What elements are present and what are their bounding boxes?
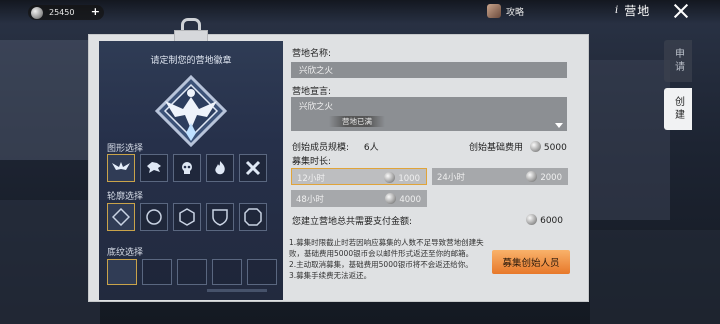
pattern-options — [107, 259, 277, 285]
shape-option-skull[interactable] — [173, 154, 201, 182]
dropdown-triangle-icon — [555, 123, 563, 128]
shape-option-beast[interactable] — [140, 154, 168, 182]
tab-apply[interactable]: 申请 — [664, 40, 692, 82]
camp-emblem-preview — [154, 74, 228, 148]
duration-option-24h[interactable]: 24小时 2000 — [432, 168, 568, 185]
badge-panel: 请定制您的营地徽章 图形选择 轮廓选择 底纹选择 — [99, 41, 283, 300]
pattern-option-2[interactable] — [142, 259, 172, 285]
outline-option-diamond[interactable] — [107, 203, 135, 231]
founders-size-row: 创始成员规模: 6人 — [292, 140, 379, 153]
outline-options — [107, 203, 267, 231]
camp-declaration-label: 营地宣言: — [292, 87, 332, 97]
tab-create[interactable]: 创建 — [664, 88, 692, 130]
duration-12h-label: 12小时 — [297, 174, 325, 184]
note-2: 2.主动取消募集，基础费用5000银币将不会返还给你。 — [289, 260, 473, 269]
guide-avatar-icon — [487, 4, 501, 18]
guide-button[interactable]: 攻略 — [487, 4, 524, 18]
total-cost-value: 6000 — [540, 216, 563, 226]
pattern-select-label: 底纹选择 — [107, 248, 144, 258]
shape-option-eagle[interactable] — [107, 154, 135, 182]
shape-options — [107, 154, 267, 182]
recruit-founders-button[interactable]: 募集创始人员 — [492, 250, 570, 274]
status-badge: 营地已满 — [329, 116, 385, 127]
shape-option-flame[interactable] — [206, 154, 234, 182]
note-1: 1.募集时限截止时若因响应募集的人数不足导致营地创建失败，基础费用5000银币会… — [289, 238, 484, 258]
add-currency-button[interactable]: + — [91, 6, 100, 18]
coin-icon — [529, 141, 541, 152]
camp-name-input[interactable]: 兴欣之火 — [291, 62, 567, 78]
camp-declaration-text: 兴欣之火 — [299, 102, 334, 112]
outline-select-label: 轮廓选择 — [107, 192, 144, 202]
duration-48h-label: 48小时 — [296, 195, 324, 205]
duration-24h-label: 24小时 — [437, 173, 465, 183]
duration-option-48h[interactable]: 48小时 4000 — [291, 190, 427, 207]
coin-icon — [385, 193, 397, 204]
guide-label: 攻略 — [506, 7, 525, 18]
pattern-option-3[interactable] — [177, 259, 207, 285]
base-fee-row: 创始基础费用 5000 — [469, 140, 567, 153]
close-icon[interactable] — [672, 2, 690, 20]
shape-option-crossed[interactable] — [239, 154, 267, 182]
outline-option-hexagon[interactable] — [173, 203, 201, 231]
camp-form: 营地名称: 兴欣之火 营地宣言: 兴欣之火 营地已满 创始成员规模: 6人 创始… — [289, 41, 585, 299]
base-fee-label: 创始基础费用 — [469, 143, 524, 153]
page-title-box: i 营地 — [615, 2, 650, 19]
recruit-notes: 1.募集时限截止时若因响应募集的人数不足导致营地创建失败，基础费用5000银币会… — [289, 237, 493, 281]
info-icon[interactable]: i — [615, 5, 618, 16]
pattern-option-4[interactable] — [212, 259, 242, 285]
duration-label: 募集时长: — [292, 157, 332, 167]
camp-name-label: 营地名称: — [292, 49, 332, 59]
side-tabs: 申请 创建 — [664, 40, 692, 220]
decorative-divider — [207, 289, 267, 292]
camp-declaration-input[interactable]: 兴欣之火 营地已满 — [291, 97, 567, 131]
duration-option-12h[interactable]: 12小时 1000 — [291, 168, 427, 185]
pattern-option-1[interactable] — [107, 259, 137, 285]
top-bar: 25450 + 攻略 i 营地 — [0, 0, 720, 24]
outline-option-octagon[interactable] — [239, 203, 267, 231]
coin-amount: 25450 — [49, 8, 75, 17]
total-cost-label: 您建立营地总共需要支付金额: — [292, 217, 413, 227]
duration-12h-cost: 1000 — [398, 174, 420, 184]
badge-panel-title: 请定制您的营地徽章 — [150, 56, 232, 66]
duration-24h-cost: 2000 — [540, 173, 562, 183]
founders-size-label: 创始成员规模: — [292, 143, 350, 153]
base-fee-value: 5000 — [543, 143, 567, 153]
page-title: 营地 — [624, 4, 651, 18]
coin-icon — [526, 171, 538, 182]
outline-option-shield[interactable] — [206, 203, 234, 231]
coin-icon — [31, 6, 43, 19]
coin-icon — [526, 214, 538, 225]
duration-48h-cost: 4000 — [399, 195, 421, 205]
outline-option-circle[interactable] — [140, 203, 168, 231]
currency-display: 25450 + — [28, 5, 104, 20]
founders-size-value: 6人 — [363, 143, 379, 153]
pattern-option-5[interactable] — [247, 259, 277, 285]
shape-select-label: 图形选择 — [107, 144, 144, 154]
note-3: 3.募集手续费无法返还。 — [289, 271, 372, 280]
coin-icon — [384, 172, 396, 183]
